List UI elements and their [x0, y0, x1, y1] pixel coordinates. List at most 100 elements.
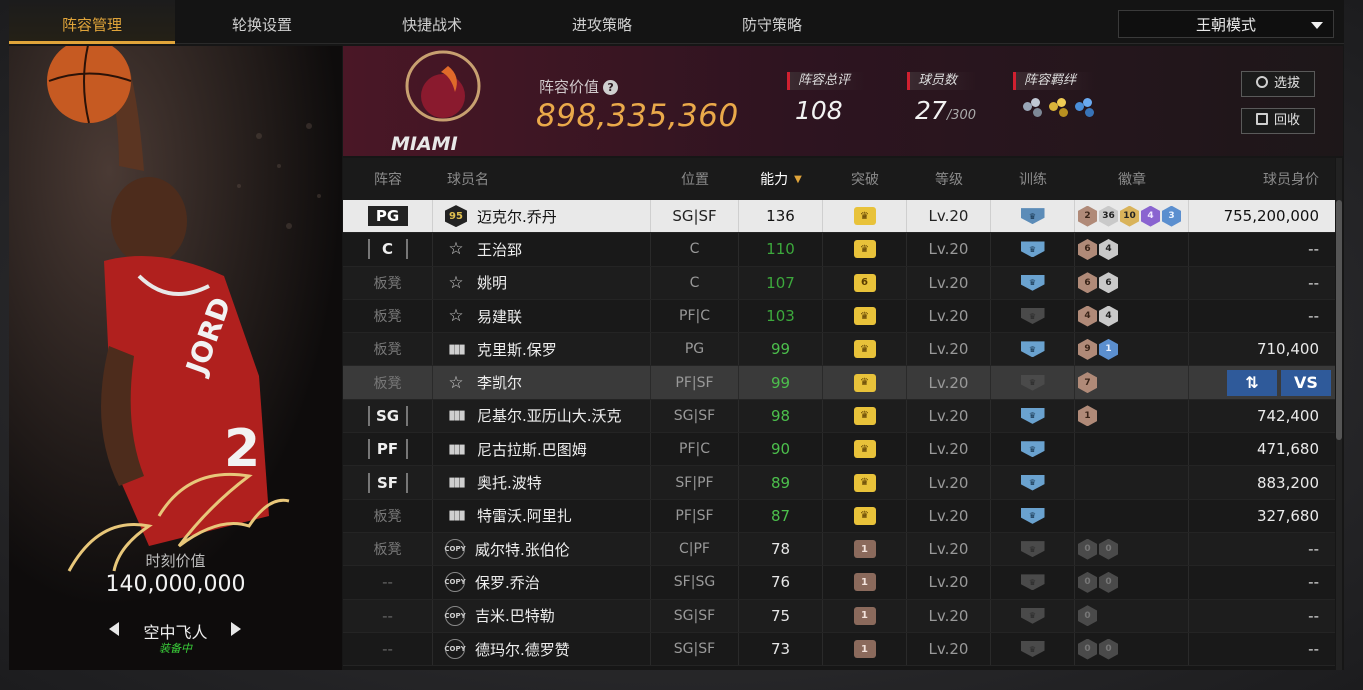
training-icon[interactable]: ♛: [1020, 607, 1045, 624]
cell-badges[interactable]: 64: [1075, 233, 1189, 266]
player-name[interactable]: 尼基尔.亚历山大.沃克: [477, 405, 622, 426]
cell-badges[interactable]: 2 36 10 4 3: [1075, 200, 1189, 233]
player-name[interactable]: 克里斯.保罗: [477, 339, 557, 360]
player-name[interactable]: 尼古拉斯.巴图姆: [477, 439, 587, 460]
table-row[interactable]: 板凳 COPY 威尔特.张伯伦 C|PF 78 1 Lv.20 ♛ 0 0 --: [343, 532, 1335, 567]
cell-badges[interactable]: [1075, 433, 1189, 466]
cell-training[interactable]: ♛: [991, 433, 1075, 466]
table-row[interactable]: 板凳 ▮▮▮ 特雷沃.阿里扎 PF|SF 87 ♛ Lv.20 ♛ 327,680: [343, 499, 1335, 533]
badge-icon[interactable]: 6: [1078, 238, 1097, 260]
badge-icon[interactable]: 2: [1078, 205, 1097, 227]
player-name[interactable]: 王治郅: [477, 239, 522, 260]
cell-lineup[interactable]: 板凳: [343, 499, 433, 532]
cell-badges[interactable]: [1075, 466, 1189, 499]
table-row[interactable]: -- COPY 德玛尔.德罗赞 SG|SF 73 1 Lv.20 ♛ 0 0 --: [343, 632, 1335, 667]
training-icon[interactable]: ♛: [1020, 374, 1045, 391]
badge-icon[interactable]: 6: [1078, 272, 1097, 294]
training-icon[interactable]: ♛: [1020, 274, 1045, 291]
training-icon[interactable]: ♛: [1020, 541, 1045, 558]
badge-icon[interactable]: 0: [1078, 571, 1097, 593]
cell-breakthrough[interactable]: ♛: [823, 200, 907, 233]
col-header-role[interactable]: 位置: [651, 158, 739, 200]
crown-icon[interactable]: ♛: [853, 406, 876, 425]
cell-lineup[interactable]: SF: [343, 466, 433, 499]
bond-blue-icon[interactable]: [1075, 98, 1095, 118]
cell-training[interactable]: ♛: [991, 299, 1075, 333]
cell-training[interactable]: ♛: [991, 599, 1075, 632]
table-row[interactable]: 板凳 ☆ 姚明 C 107 6 Lv.20 ♛ 6 6 --: [343, 266, 1335, 300]
crown-icon[interactable]: ♛: [853, 506, 876, 525]
training-icon[interactable]: ♛: [1020, 641, 1045, 657]
badge-icon[interactable]: 0: [1099, 571, 1118, 593]
cell-breakthrough[interactable]: 6: [823, 266, 907, 299]
vs-button[interactable]: VS: [1281, 369, 1331, 396]
badge-icon[interactable]: 9: [1078, 338, 1097, 360]
bond-icons[interactable]: [1023, 98, 1095, 118]
cell-training[interactable]: ♛: [991, 499, 1075, 532]
tab-lineup[interactable]: 阵容管理: [9, 0, 175, 44]
crown-icon[interactable]: 1: [853, 606, 876, 625]
recycle-button[interactable]: 回收: [1241, 108, 1315, 134]
help-icon[interactable]: ?: [603, 80, 619, 95]
cell-lineup[interactable]: --: [343, 632, 433, 666]
table-row[interactable]: PG 95 迈克尔.乔丹 SG|SF 136 ♛ Lv.20 ♛ 2 36 10 4 3 755,200,…: [343, 200, 1335, 234]
badge-icon[interactable]: 0: [1099, 538, 1118, 560]
cell-training[interactable]: ♛: [991, 466, 1075, 499]
cell-training[interactable]: ♛: [991, 200, 1075, 233]
badge-icon[interactable]: 7: [1078, 372, 1097, 394]
tab-defense[interactable]: 防守策略: [689, 0, 855, 44]
table-row[interactable]: SG ▮▮▮ 尼基尔.亚历山大.沃克 SG|SF 98 ♛ Lv.20 ♛ 1 742,400: [343, 399, 1335, 434]
scout-button[interactable]: 选拔: [1241, 71, 1315, 97]
table-row[interactable]: 板凳 ☆ 易建联 PF|C 103 ♛ Lv.20 ♛ 4 4 --: [343, 299, 1335, 334]
col-header-badges[interactable]: 徽章: [1075, 158, 1189, 200]
cell-badges[interactable]: 44: [1075, 299, 1189, 333]
cell-breakthrough[interactable]: 1: [823, 599, 907, 632]
hero-card[interactable]: JORD 2 时刻价值 140,000,000 空中飞人 装备中: [9, 46, 342, 670]
col-header-price[interactable]: 球员身价: [1189, 158, 1335, 200]
crown-icon[interactable]: ♛: [853, 240, 876, 259]
cell-training[interactable]: ♛: [991, 366, 1075, 399]
bond-grey-icon[interactable]: [1023, 98, 1043, 118]
cell-badges[interactable]: 0: [1075, 599, 1189, 632]
player-name[interactable]: 李凯尔: [477, 372, 522, 393]
training-icon[interactable]: ♛: [1020, 474, 1045, 491]
cell-lineup[interactable]: PG: [343, 200, 433, 233]
badge-icon[interactable]: 10: [1120, 205, 1139, 227]
badge-icon[interactable]: 0: [1078, 638, 1097, 660]
cell-lineup[interactable]: C: [343, 233, 433, 266]
cell-training[interactable]: ♛: [991, 266, 1075, 299]
cell-badges[interactable]: 7: [1075, 366, 1189, 399]
training-icon[interactable]: ♛: [1020, 407, 1045, 424]
cell-lineup[interactable]: PF: [343, 433, 433, 466]
table-row[interactable]: 板凳 ▮▮▮ 克里斯.保罗 PG 99 ♛ Lv.20 ♛ 9 1 710,400: [343, 333, 1335, 367]
badge-icon[interactable]: 1: [1099, 338, 1118, 360]
crown-icon[interactable]: ♛: [853, 207, 876, 226]
col-header-breakthrough[interactable]: 突破: [823, 158, 907, 200]
table-row[interactable]: SF ▮▮▮ 奥托.波特 SF|PF 89 ♛ Lv.20 ♛ 883,200: [343, 466, 1335, 500]
player-name[interactable]: 威尔特.张伯伦: [475, 539, 570, 560]
cell-lineup[interactable]: 板凳: [343, 266, 433, 299]
player-name[interactable]: 德玛尔.德罗赞: [475, 639, 570, 660]
training-icon[interactable]: ♛: [1020, 308, 1045, 325]
player-name[interactable]: 吉米.巴特勒: [475, 605, 555, 626]
badge-icon[interactable]: 4: [1099, 238, 1118, 260]
cell-breakthrough[interactable]: ♛: [823, 433, 907, 466]
cell-lineup[interactable]: --: [343, 566, 433, 599]
cell-breakthrough[interactable]: ♛: [823, 233, 907, 266]
cell-training[interactable]: ♛: [991, 399, 1075, 433]
badge-icon[interactable]: 4: [1141, 205, 1160, 227]
cell-breakthrough[interactable]: ♛: [823, 366, 907, 399]
table-row[interactable]: PF ▮▮▮ 尼古拉斯.巴图姆 PF|C 90 ♛ Lv.20 ♛ 471,680: [343, 433, 1335, 467]
cell-lineup[interactable]: SG: [343, 399, 433, 433]
next-card-arrow-icon[interactable]: [231, 622, 241, 636]
crown-icon[interactable]: ♛: [853, 340, 876, 359]
badge-icon[interactable]: 6: [1099, 272, 1118, 294]
cell-lineup[interactable]: 板凳: [343, 366, 433, 399]
crown-icon[interactable]: 6: [853, 273, 876, 292]
crown-icon[interactable]: ♛: [853, 307, 876, 326]
scrollbar-thumb[interactable]: [1336, 200, 1342, 440]
bond-gold-icon[interactable]: [1049, 98, 1069, 118]
badge-icon[interactable]: 1: [1078, 405, 1097, 427]
cell-lineup[interactable]: 板凳: [343, 333, 433, 366]
training-icon[interactable]: ♛: [1020, 574, 1045, 591]
